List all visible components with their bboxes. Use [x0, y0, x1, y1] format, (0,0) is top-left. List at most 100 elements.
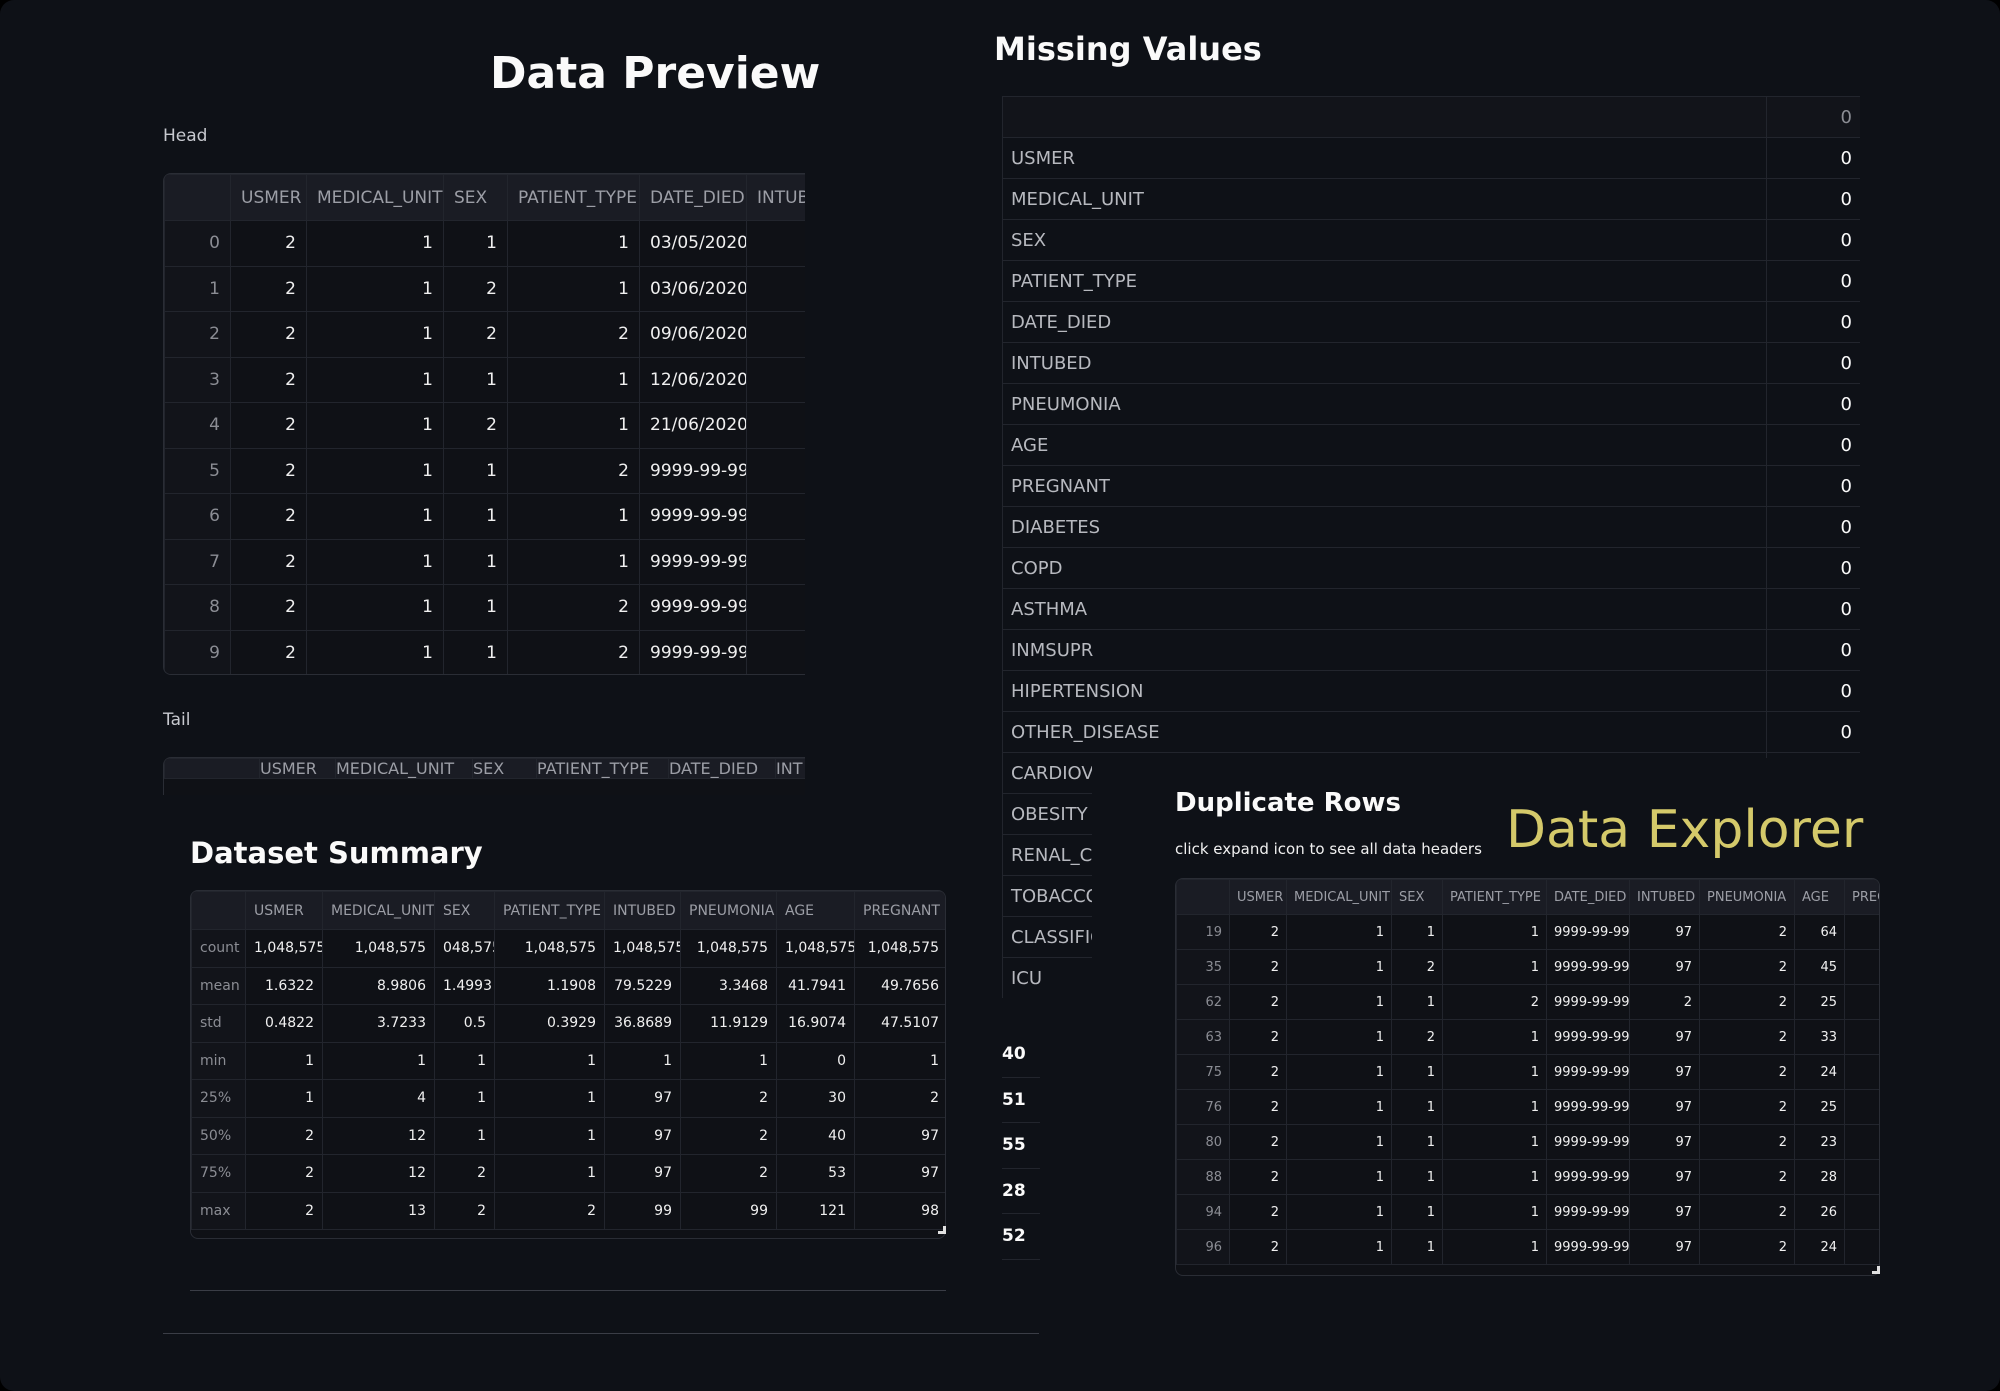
duplicates-cell[interactable]: 26 — [1794, 1194, 1845, 1230]
summary-cell[interactable]: 121 — [776, 1191, 855, 1230]
head-cell[interactable]: 1 — [306, 356, 444, 403]
duplicates-cell[interactable] — [1844, 914, 1879, 950]
duplicates-cell[interactable]: 2 — [1629, 984, 1700, 1020]
summary-cell[interactable]: 0.4822 — [245, 1004, 323, 1043]
summary-cell[interactable]: 97 — [604, 1079, 681, 1118]
duplicates-cell[interactable] — [1844, 1229, 1879, 1265]
summary-column-header[interactable]: PNEUMONIA — [680, 891, 777, 930]
duplicates-cell[interactable]: 23 — [1794, 1124, 1845, 1160]
summary-column-header[interactable]: PREGNANT — [854, 891, 945, 930]
summary-column-header[interactable]: MEDICAL_UNIT — [322, 891, 435, 930]
head-cell[interactable]: 1 — [507, 402, 640, 449]
tail-column-header[interactable]: PATIENT_TYPE — [536, 758, 669, 779]
missing-values-count[interactable]: 0 — [1766, 383, 1860, 425]
duplicates-column-header[interactable]: PNEUMONIA — [1699, 879, 1795, 915]
head-dataframe[interactable]: USMER MEDICAL_UNIT SEX PATIENT_TYPE DATE_DIE… — [163, 173, 805, 675]
head-cell[interactable]: 2 — [230, 447, 307, 494]
summary-cell[interactable]: 16.9074 — [776, 1004, 855, 1043]
missing-values-feature[interactable]: SEX — [1002, 219, 1767, 261]
head-cell[interactable]: 1 — [507, 493, 640, 540]
head-row-index[interactable]: 3 — [164, 356, 231, 403]
summary-cell[interactable]: 1,048,575 — [322, 929, 435, 968]
summary-column-header[interactable]: INTUBED — [604, 891, 681, 930]
duplicates-cell[interactable]: 33 — [1794, 1019, 1845, 1055]
summary-cell[interactable]: 1,048,575 — [776, 929, 855, 968]
summary-cell[interactable]: 30 — [776, 1079, 855, 1118]
missing-values-count[interactable]: 0 — [1766, 219, 1860, 261]
summary-cell[interactable]: 99 — [680, 1191, 777, 1230]
head-cell[interactable]: 2 — [230, 538, 307, 585]
duplicates-cell[interactable]: 1 — [1391, 1229, 1443, 1265]
duplicates-cell[interactable]: 9999-99-99 — [1546, 1089, 1630, 1125]
missing-values-feature[interactable]: PREGNANT — [1002, 465, 1767, 507]
head-cell[interactable]: 2 — [507, 629, 640, 674]
duplicates-cell[interactable]: 2 — [1229, 1019, 1287, 1055]
head-row-index[interactable]: 8 — [164, 584, 231, 631]
duplicates-cell[interactable]: 1 — [1286, 949, 1392, 985]
summary-row-index[interactable]: 50% — [191, 1116, 246, 1155]
summary-cell[interactable]: 1,048,575 — [604, 929, 681, 968]
duplicates-cell[interactable] — [1844, 984, 1879, 1020]
duplicates-cell[interactable]: 97 — [1629, 1229, 1700, 1265]
duplicates-column-header[interactable] — [1176, 879, 1230, 915]
head-cell[interactable]: 1 — [443, 584, 508, 631]
duplicates-cell[interactable]: 2 — [1229, 1089, 1287, 1125]
duplicates-cell[interactable]: 9999-99-99 — [1546, 1124, 1630, 1160]
duplicates-cell[interactable]: 97 — [1629, 949, 1700, 985]
head-cell[interactable]: 2 — [443, 311, 508, 358]
summary-row-index[interactable]: 25% — [191, 1079, 246, 1118]
summary-cell[interactable]: 98 — [854, 1191, 945, 1230]
head-cell[interactable]: 2 — [443, 265, 508, 312]
head-cell[interactable]: 1 — [443, 356, 508, 403]
summary-column-header[interactable]: PATIENT_TYPE — [494, 891, 605, 930]
head-column-header[interactable]: DATE_DIED — [639, 174, 747, 221]
duplicates-cell[interactable]: 1 — [1286, 1159, 1392, 1195]
head-cell[interactable]: 9999-99-99 — [639, 538, 747, 585]
summary-dataframe[interactable]: USMER MEDICAL_UNIT SEX PATIENT_TYPE INTUBED P… — [190, 890, 946, 1239]
summary-cell[interactable]: 2 — [854, 1079, 945, 1118]
duplicates-cell[interactable]: 97 — [1629, 1159, 1700, 1195]
tail-dataframe[interactable]: USMER MEDICAL_UNIT SEX PATIENT_TYPE DATE_DIE… — [163, 757, 805, 795]
head-cell[interactable]: 09/06/2020 — [639, 311, 747, 358]
summary-cell[interactable]: 1,048,575 — [854, 929, 945, 968]
duplicates-row-index[interactable]: 62 — [1176, 984, 1230, 1020]
duplicates-cell[interactable]: 9999-99-99 — [1546, 914, 1630, 950]
missing-values-count[interactable]: 0 — [1766, 711, 1860, 753]
head-row-index[interactable]: 1 — [164, 265, 231, 312]
missing-values-feature[interactable]: DIABETES — [1002, 506, 1767, 548]
summary-cell[interactable]: 1 — [494, 1154, 605, 1193]
tail-column-header[interactable]: USMER — [259, 758, 336, 779]
duplicates-cell[interactable]: 2 — [1442, 984, 1547, 1020]
duplicates-cell[interactable]: 1 — [1391, 914, 1443, 950]
head-cell[interactable]: 9999-99-99 — [639, 447, 747, 494]
duplicates-cell[interactable]: 2 — [1229, 1159, 1287, 1195]
duplicates-cell[interactable]: 2 — [1699, 949, 1795, 985]
duplicates-row-index[interactable]: 35 — [1176, 949, 1230, 985]
missing-values-feature[interactable]: PNEUMONIA — [1002, 383, 1767, 425]
summary-cell[interactable]: 0.3929 — [494, 1004, 605, 1043]
summary-cell[interactable]: 13 — [322, 1191, 435, 1230]
missing-values-count[interactable]: 0 — [1766, 588, 1860, 630]
summary-cell[interactable]: 1.4993 — [434, 966, 495, 1005]
head-cell[interactable]: 1 — [443, 447, 508, 494]
duplicates-cell[interactable]: 9999-99-99 — [1546, 949, 1630, 985]
head-cell[interactable]: 2 — [230, 265, 307, 312]
summary-cell[interactable]: 36.8689 — [604, 1004, 681, 1043]
summary-cell[interactable]: 97 — [604, 1154, 681, 1193]
duplicates-cell[interactable]: 1 — [1442, 1019, 1547, 1055]
summary-cell[interactable]: 4 — [322, 1079, 435, 1118]
duplicates-cell[interactable]: 2 — [1699, 1229, 1795, 1265]
head-cell[interactable]: 9999-99-99 — [639, 629, 747, 674]
summary-cell[interactable]: 1 — [854, 1041, 945, 1080]
head-cell[interactable]: 1 — [306, 311, 444, 358]
summary-row-index[interactable]: min — [191, 1041, 246, 1080]
duplicates-cell[interactable]: 1 — [1442, 1229, 1547, 1265]
duplicates-cell[interactable]: 2 — [1391, 949, 1443, 985]
missing-values-feature[interactable]: AGE — [1002, 424, 1767, 466]
duplicates-cell[interactable]: 1 — [1391, 1159, 1443, 1195]
missing-values-count[interactable]: 0 — [1766, 465, 1860, 507]
head-cell[interactable]: 1 — [507, 356, 640, 403]
head-cell[interactable] — [746, 220, 805, 267]
head-cell[interactable] — [746, 447, 805, 494]
duplicates-cell[interactable] — [1844, 1089, 1879, 1125]
